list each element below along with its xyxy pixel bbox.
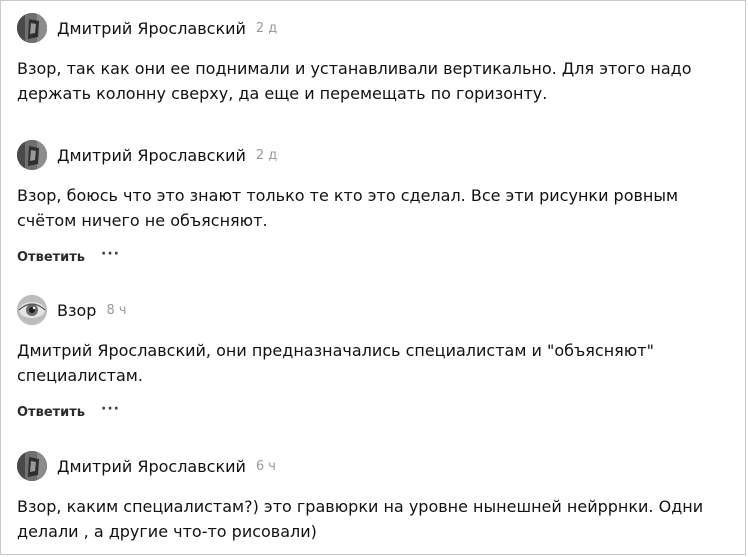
- comment-time: 6 ч: [255, 458, 276, 474]
- comment-actions: Ответить ···: [17, 246, 729, 267]
- comment-time: 2 д: [255, 20, 278, 36]
- comment-author[interactable]: Дмитрий Ярославский: [57, 457, 246, 476]
- comment-author[interactable]: Дмитрий Ярославский: [57, 19, 246, 38]
- portrait-avatar-icon[interactable]: [17, 13, 47, 43]
- comment-actions: Ответить ···: [17, 401, 729, 422]
- comment-header: Дмитрий Ярославский 6 ч: [17, 450, 729, 482]
- comment-time: 8 ч: [106, 302, 127, 318]
- comment-author[interactable]: Дмитрий Ярославский: [57, 146, 246, 165]
- comment-time: 2 д: [255, 147, 278, 163]
- comments-panel: Дмитрий Ярославский 2 д Взор, так как он…: [0, 0, 746, 555]
- comment-item: Дмитрий Ярославский 2 д Взор, так как он…: [17, 12, 729, 106]
- comment-item: Дмитрий Ярославский 6 ч Взор, каким спец…: [17, 450, 729, 544]
- eye-avatar-icon[interactable]: [17, 295, 47, 325]
- comment-text: Дмитрий Ярославский, они предназначались…: [17, 341, 654, 385]
- reply-button[interactable]: Ответить: [17, 405, 85, 420]
- comment-item: Взор 8 ч Дмитрий Ярославский, они предна…: [17, 294, 729, 422]
- comment-header: Дмитрий Ярославский 2 д: [17, 12, 729, 44]
- portrait-avatar-icon[interactable]: [17, 451, 47, 481]
- comment-text: Взор, боюсь что это знают только те кто …: [17, 186, 679, 230]
- comment-header: Взор 8 ч: [17, 294, 729, 326]
- comment-text: Взор, каким специалистам?) это гравюрки …: [17, 497, 704, 541]
- portrait-avatar-icon[interactable]: [17, 140, 47, 170]
- comment-item: Дмитрий Ярославский 2 д Взор, боюсь что …: [17, 139, 729, 267]
- comment-text: Взор, так как они ее поднимали и устанав…: [17, 59, 692, 103]
- more-options-icon[interactable]: ···: [101, 401, 120, 417]
- comment-author[interactable]: Взор: [57, 301, 96, 320]
- reply-button[interactable]: Ответить: [17, 250, 85, 265]
- comment-header: Дмитрий Ярославский 2 д: [17, 139, 729, 171]
- more-options-icon[interactable]: ···: [101, 246, 120, 262]
